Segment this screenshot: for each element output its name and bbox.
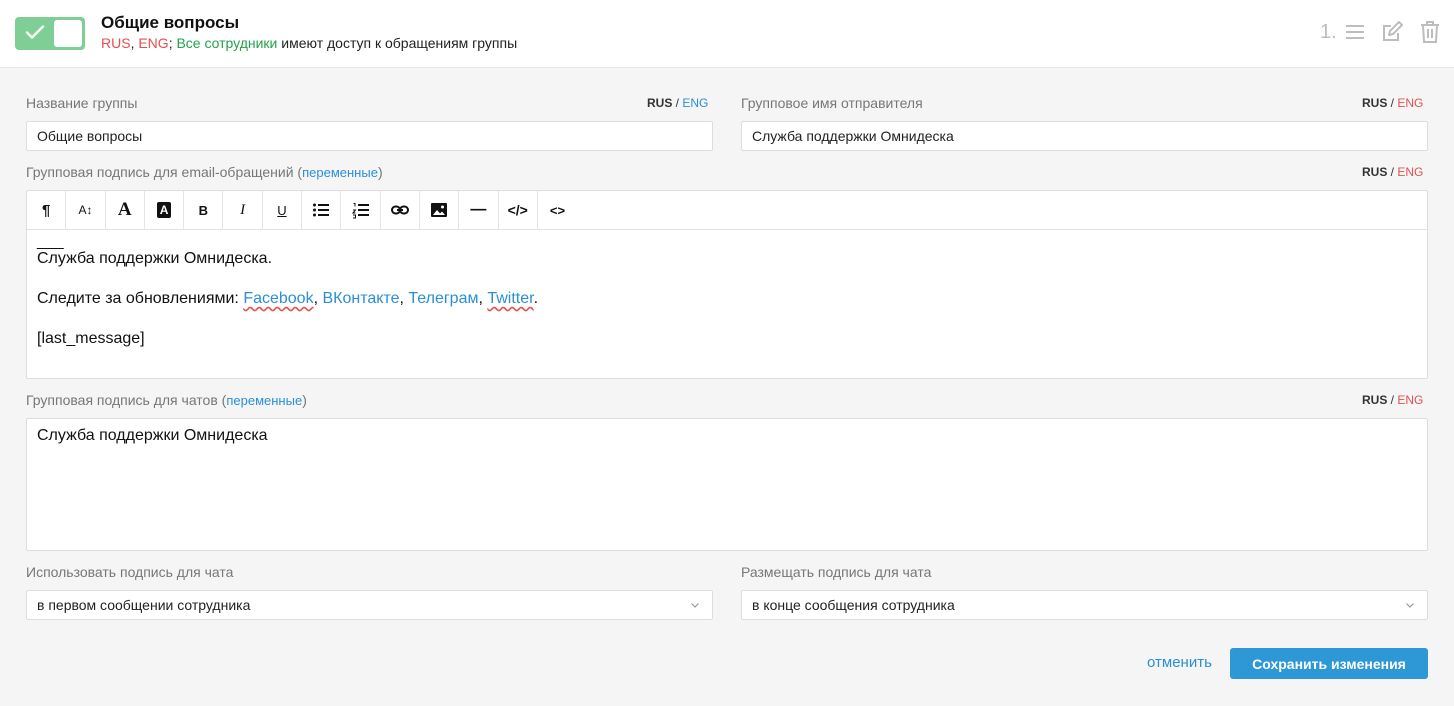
lang-eng-tab[interactable]: ENG <box>1397 393 1423 407</box>
link-button[interactable] <box>381 191 420 229</box>
place-signature-select[interactable]: в конце сообщения сотрудника <box>741 590 1428 620</box>
paragraph-button[interactable]: ¶ <box>27 191 67 229</box>
lang-rus-tab[interactable]: RUS <box>1362 393 1387 407</box>
code-button[interactable]: </> <box>499 191 538 229</box>
underline-button[interactable]: U <box>263 191 303 229</box>
background-color-icon: A <box>156 202 172 218</box>
cancel-link[interactable]: отменить <box>1147 654 1212 671</box>
access-staff-text: Все сотрудники <box>176 35 278 51</box>
check-icon <box>25 25 45 39</box>
place-signature-label: Размещать подпись для чата <box>741 564 932 580</box>
group-title: Общие вопросы <box>101 13 240 32</box>
chat-signature-lang-switch: RUS / ENG <box>1362 393 1424 407</box>
paragraph-icon: ¶ <box>41 201 51 219</box>
telegram-link[interactable]: Телеграм <box>408 290 478 307</box>
group-active-toggle[interactable] <box>15 17 85 50</box>
email-signature-lang-switch: RUS / ENG <box>1362 165 1424 179</box>
vkontakte-link[interactable]: ВКонтакте <box>322 290 399 307</box>
lang-rus-tab[interactable]: RUS <box>1362 96 1387 110</box>
horizontal-rule-button[interactable]: — <box>459 191 499 229</box>
bold-button[interactable]: B <box>184 191 224 229</box>
lang-eng-tab[interactable]: ENG <box>1397 96 1423 110</box>
sender-name-input[interactable]: Служба поддержки Омнидеска <box>741 121 1428 151</box>
group-header: Общие вопросы RUS, ENG; Все сотрудники и… <box>0 0 1454 68</box>
chat-signature-label: Групповая подпись для чатов (переменные) <box>26 392 307 408</box>
signature-dash: ___ <box>37 233 64 250</box>
bullet-list-button[interactable] <box>302 191 342 229</box>
bullet-list-icon <box>313 203 330 217</box>
chat-signature-textarea[interactable]: Служба поддержки Омнидеска <box>26 418 1428 551</box>
editor-toolbar: ¶ A↕ A A B I U — </> <> <box>27 191 577 229</box>
use-signature-value: в первом сообщении сотрудника <box>37 597 251 613</box>
save-changes-button[interactable]: Сохранить изменения <box>1230 648 1428 679</box>
email-signature-content[interactable]: ___ Служба поддержки Омнидеска. Следите … <box>37 234 539 369</box>
drag-handle-icon[interactable] <box>1343 20 1367 44</box>
use-signature-label: Использовать подпись для чата <box>26 564 234 580</box>
signature-last-message: [last_message] <box>37 330 145 347</box>
facebook-link[interactable]: Facebook <box>243 290 313 307</box>
chevron-down-icon <box>691 603 699 608</box>
place-signature-value: в конце сообщения сотрудника <box>752 597 955 613</box>
use-signature-select[interactable]: в первом сообщении сотрудника <box>26 590 713 620</box>
bold-icon: B <box>198 202 209 218</box>
font-color-button[interactable]: A <box>106 191 145 229</box>
link-icon <box>390 205 409 215</box>
horizontal-rule-icon: — <box>470 201 487 218</box>
group-name-label: Название группы <box>26 95 138 111</box>
email-variables-link[interactable]: переменные <box>302 165 378 180</box>
code-icon: </> <box>507 202 528 218</box>
font-size-icon: A↕ <box>78 203 93 217</box>
chat-variables-link[interactable]: переменные <box>226 393 302 408</box>
html-source-icon: <> <box>549 202 566 218</box>
italic-icon: I <box>240 201 246 218</box>
twitter-link[interactable]: Twitter <box>487 290 533 307</box>
sender-name-label: Групповое имя отправителя <box>741 95 923 111</box>
group-name-lang-switch: RUS / ENG <box>647 96 709 110</box>
numbered-list-button[interactable] <box>341 191 381 229</box>
lang-rus-tab[interactable]: RUS <box>647 96 672 110</box>
chevron-down-icon <box>1406 603 1414 608</box>
toggle-knob <box>54 20 82 47</box>
group-order-number: 1. <box>1320 21 1337 43</box>
lang-rus-badge: RUS <box>101 35 131 51</box>
toolbar-divider <box>27 229 1427 230</box>
lang-eng-tab[interactable]: ENG <box>682 96 708 110</box>
email-signature-label: Групповая подпись для email-обращений (п… <box>26 164 383 180</box>
numbered-list-icon <box>351 203 369 219</box>
lang-eng-badge: ENG <box>138 35 169 51</box>
underline-icon: U <box>277 202 287 218</box>
html-source-button[interactable]: <> <box>538 191 577 229</box>
trash-icon[interactable] <box>1418 20 1442 44</box>
edit-icon[interactable] <box>1380 20 1404 44</box>
image-button[interactable] <box>420 191 460 229</box>
background-color-button[interactable]: A <box>145 191 185 229</box>
group-name-input[interactable]: Общие вопросы <box>26 121 713 151</box>
lang-rus-tab[interactable]: RUS <box>1362 165 1387 179</box>
sender-name-lang-switch: RUS / ENG <box>1362 96 1424 110</box>
group-subtitle: RUS, ENG; Все сотрудники имеют доступ к … <box>101 35 518 51</box>
font-size-button[interactable]: A↕ <box>66 191 106 229</box>
signature-line: Служба поддержки Омнидеска. <box>37 250 273 267</box>
font-color-icon: A <box>117 199 132 220</box>
signature-follow-line: Следите за обновлениями: Facebook, ВКонт… <box>37 290 539 307</box>
italic-button[interactable]: I <box>223 191 263 229</box>
lang-eng-tab[interactable]: ENG <box>1397 165 1423 179</box>
image-icon <box>431 203 448 217</box>
email-signature-editor[interactable]: ¶ A↕ A A B I U — </> <> ___ Служба подде… <box>26 190 1428 379</box>
